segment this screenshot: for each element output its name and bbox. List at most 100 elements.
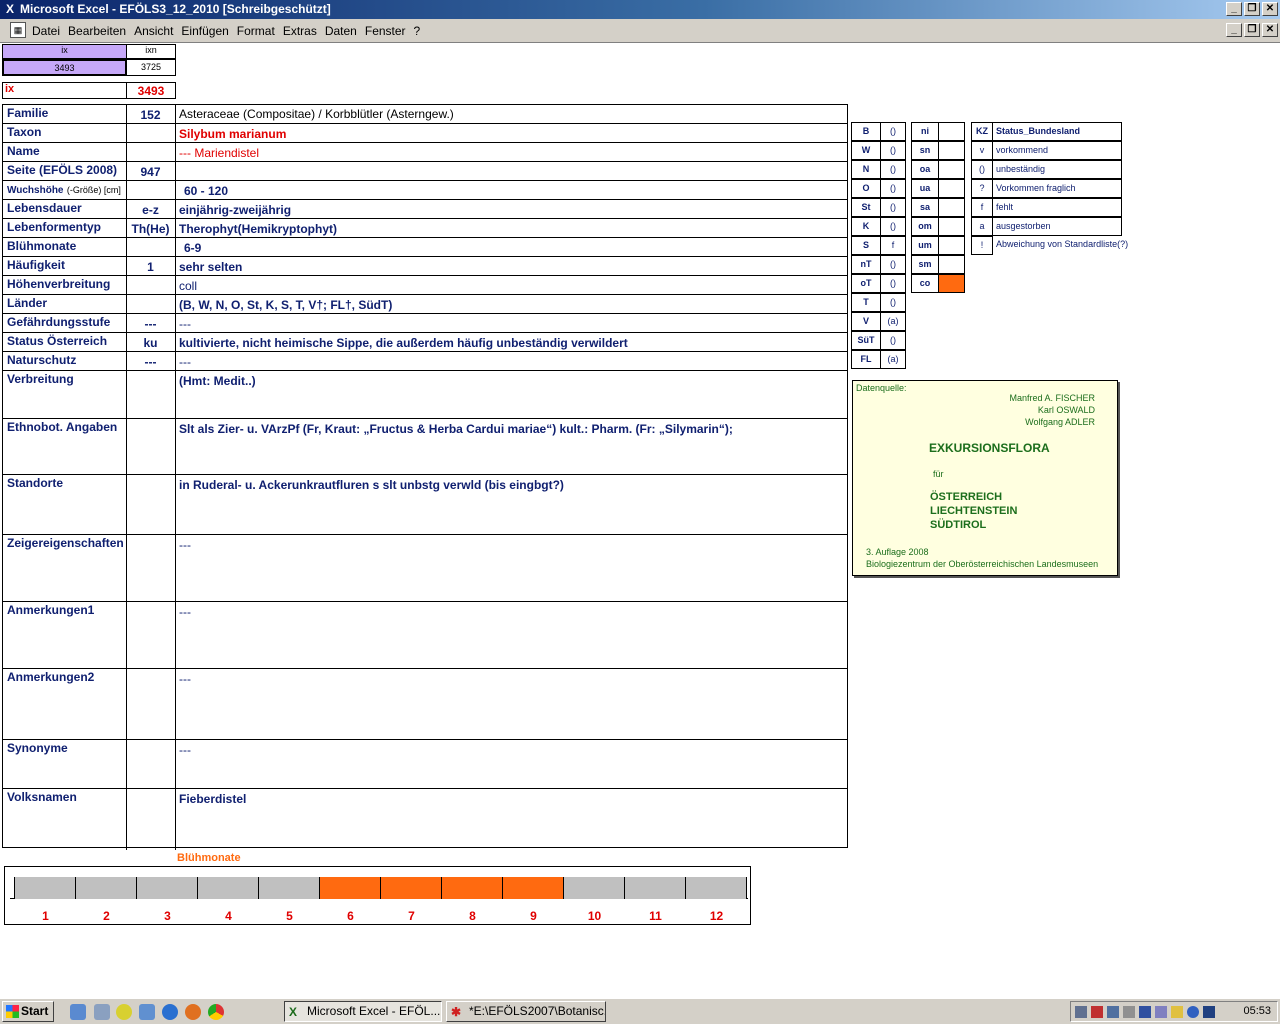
tray-volume-icon[interactable]: [1091, 1006, 1103, 1018]
hoehenstufe-code[interactable]: om: [911, 217, 939, 236]
media-player-icon[interactable]: [116, 1004, 132, 1020]
bundesland-code[interactable]: N: [851, 160, 881, 179]
bundesland-status[interactable]: (): [880, 179, 906, 198]
tray-monitor-icon[interactable]: [1075, 1006, 1087, 1018]
hoehenstufe-code[interactable]: sa: [911, 198, 939, 217]
bundesland-status[interactable]: (): [880, 331, 906, 350]
menu-extras[interactable]: Extras: [283, 24, 317, 38]
tray-search-icon[interactable]: [1107, 1006, 1119, 1018]
bundesland-code[interactable]: oT: [851, 274, 881, 293]
start-button[interactable]: Start: [2, 1001, 54, 1022]
bundesland-status[interactable]: (a): [880, 312, 906, 331]
table-row[interactable]: Familie 152 Asteraceae (Compositae) / Korb…: [3, 105, 847, 124]
close-icon[interactable]: ✕: [1262, 23, 1278, 37]
table-row[interactable]: Gefährdungsstufe --- ---: [3, 314, 847, 333]
menu-fenster[interactable]: Fenster: [365, 24, 406, 38]
hoehenstufe-code[interactable]: ni: [911, 122, 939, 141]
tray-shield-icon[interactable]: [1139, 1006, 1151, 1018]
table-row[interactable]: Höhenverbreitung coll: [3, 276, 847, 295]
bundesland-code[interactable]: K: [851, 217, 881, 236]
hoehenstufe-status[interactable]: [938, 160, 965, 179]
ixn-value-cell[interactable]: 3725: [126, 59, 176, 76]
table-row[interactable]: Taxon Silybum marianum: [3, 124, 847, 143]
hoehenstufe-status[interactable]: [938, 122, 965, 141]
bundesland-code[interactable]: S: [851, 236, 881, 255]
bundesland-code[interactable]: O: [851, 179, 881, 198]
chrome-icon[interactable]: [208, 1004, 224, 1020]
menu-einfügen[interactable]: Einfügen: [181, 24, 228, 38]
table-row[interactable]: Anmerkungen2 ---: [3, 669, 847, 740]
bundesland-code[interactable]: nT: [851, 255, 881, 274]
close-icon[interactable]: ✕: [1262, 2, 1278, 16]
task-excel[interactable]: X Microsoft Excel - EFÖL...: [284, 1001, 442, 1022]
table-row[interactable]: Synonyme ---: [3, 740, 847, 789]
ix-header-cell[interactable]: ix: [2, 44, 127, 59]
table-row[interactable]: Verbreitung (Hmt: Medit..): [3, 371, 847, 419]
hoehenstufe-status[interactable]: [938, 141, 965, 160]
bundesland-code[interactable]: St: [851, 198, 881, 217]
table-row[interactable]: Anmerkungen1 ---: [3, 602, 847, 669]
bundesland-status[interactable]: (): [880, 198, 906, 217]
workbook-icon[interactable]: ▦: [10, 22, 26, 38]
table-row[interactable]: Standorte in Ruderal- u. Ackerunkrautflur…: [3, 475, 847, 535]
hoehenstufe-code[interactable]: um: [911, 236, 939, 255]
bundesland-status[interactable]: (a): [880, 350, 906, 369]
worksheet[interactable]: ix ixn 3493 3725 ix 3493 Familie 152 Aster…: [0, 44, 1280, 997]
table-row[interactable]: Wuchshöhe (-Größe) [cm] 60 - 120: [3, 181, 847, 200]
bundesland-status[interactable]: (): [880, 293, 906, 312]
menu-format[interactable]: Format: [237, 24, 275, 38]
desktop-icon[interactable]: [70, 1004, 86, 1020]
table-row[interactable]: Blühmonate 6-9: [3, 238, 847, 257]
table-row[interactable]: Zeigereigenschaften ---: [3, 535, 847, 602]
tray-info-icon[interactable]: [1187, 1006, 1199, 1018]
table-row[interactable]: Status Österreich ku kultivierte, nicht he…: [3, 333, 847, 352]
network-icon[interactable]: [139, 1004, 155, 1020]
table-row[interactable]: Naturschutz --- ---: [3, 352, 847, 371]
hoehenstufe-status[interactable]: [938, 217, 965, 236]
bundesland-code[interactable]: FL: [851, 350, 881, 369]
table-row[interactable]: Länder (B, W, N, O, St, K, S, T, V†; FL†,…: [3, 295, 847, 314]
table-row[interactable]: Ethnobot. Angaben Slt als Zier- u. VArzPf…: [3, 419, 847, 475]
menu-daten[interactable]: Daten: [325, 24, 357, 38]
ixn-header-cell[interactable]: ixn: [126, 44, 176, 59]
task-editor[interactable]: ✱ *E:\EFÖLS2007\Botanisc...: [446, 1001, 606, 1022]
bundesland-status[interactable]: (): [880, 141, 906, 160]
bundesland-status[interactable]: (): [880, 255, 906, 274]
tray-app-icon[interactable]: [1155, 1006, 1167, 1018]
table-row[interactable]: Lebenformentyp Th(He) Therophyt(Hemikrypto…: [3, 219, 847, 238]
hoehenstufe-code[interactable]: oa: [911, 160, 939, 179]
hoehenstufe-code[interactable]: sn: [911, 141, 939, 160]
table-row[interactable]: Häufigkeit 1 sehr selten: [3, 257, 847, 276]
bundesland-status[interactable]: (): [880, 122, 906, 141]
internet-explorer-icon[interactable]: [162, 1004, 178, 1020]
table-row[interactable]: Seite (EFÖLS 2008) 947: [3, 162, 847, 181]
bundesland-status[interactable]: f: [880, 236, 906, 255]
restore-icon[interactable]: ❐: [1244, 23, 1260, 37]
bundesland-code[interactable]: V: [851, 312, 881, 331]
firefox-icon[interactable]: [185, 1004, 201, 1020]
ix-label-cell[interactable]: ix: [2, 82, 127, 99]
restore-icon[interactable]: ❐: [1244, 2, 1260, 16]
minimize-icon[interactable]: _: [1226, 2, 1242, 16]
bundesland-status[interactable]: (): [880, 160, 906, 179]
table-row[interactable]: Name --- Mariendistel: [3, 143, 847, 162]
ix-value-cell[interactable]: 3493: [2, 59, 127, 76]
hoehenstufe-code[interactable]: ua: [911, 179, 939, 198]
ix-big-cell[interactable]: 3493: [126, 82, 176, 99]
bundesland-status[interactable]: (): [880, 217, 906, 236]
table-row[interactable]: Volksnamen Fieberdistel: [3, 789, 847, 850]
hoehenstufe-status[interactable]: [938, 179, 965, 198]
bundesland-status[interactable]: (): [880, 274, 906, 293]
hoehenstufe-status[interactable]: [938, 198, 965, 217]
menu-ansicht[interactable]: Ansicht: [134, 24, 173, 38]
bundesland-code[interactable]: B: [851, 122, 881, 141]
bundesland-code[interactable]: SüT: [851, 331, 881, 350]
table-row[interactable]: Lebensdauer e-z einjährig-zweijährig: [3, 200, 847, 219]
hoehenstufe-code[interactable]: co: [911, 274, 939, 293]
hoehenstufe-status[interactable]: [938, 236, 965, 255]
tray-network-icon[interactable]: [1123, 1006, 1135, 1018]
tray-warning-icon[interactable]: [1171, 1006, 1183, 1018]
menu-help[interactable]: ?: [414, 24, 421, 38]
tray-security-icon[interactable]: [1203, 1006, 1215, 1018]
hoehenstufe-status[interactable]: [938, 274, 965, 293]
